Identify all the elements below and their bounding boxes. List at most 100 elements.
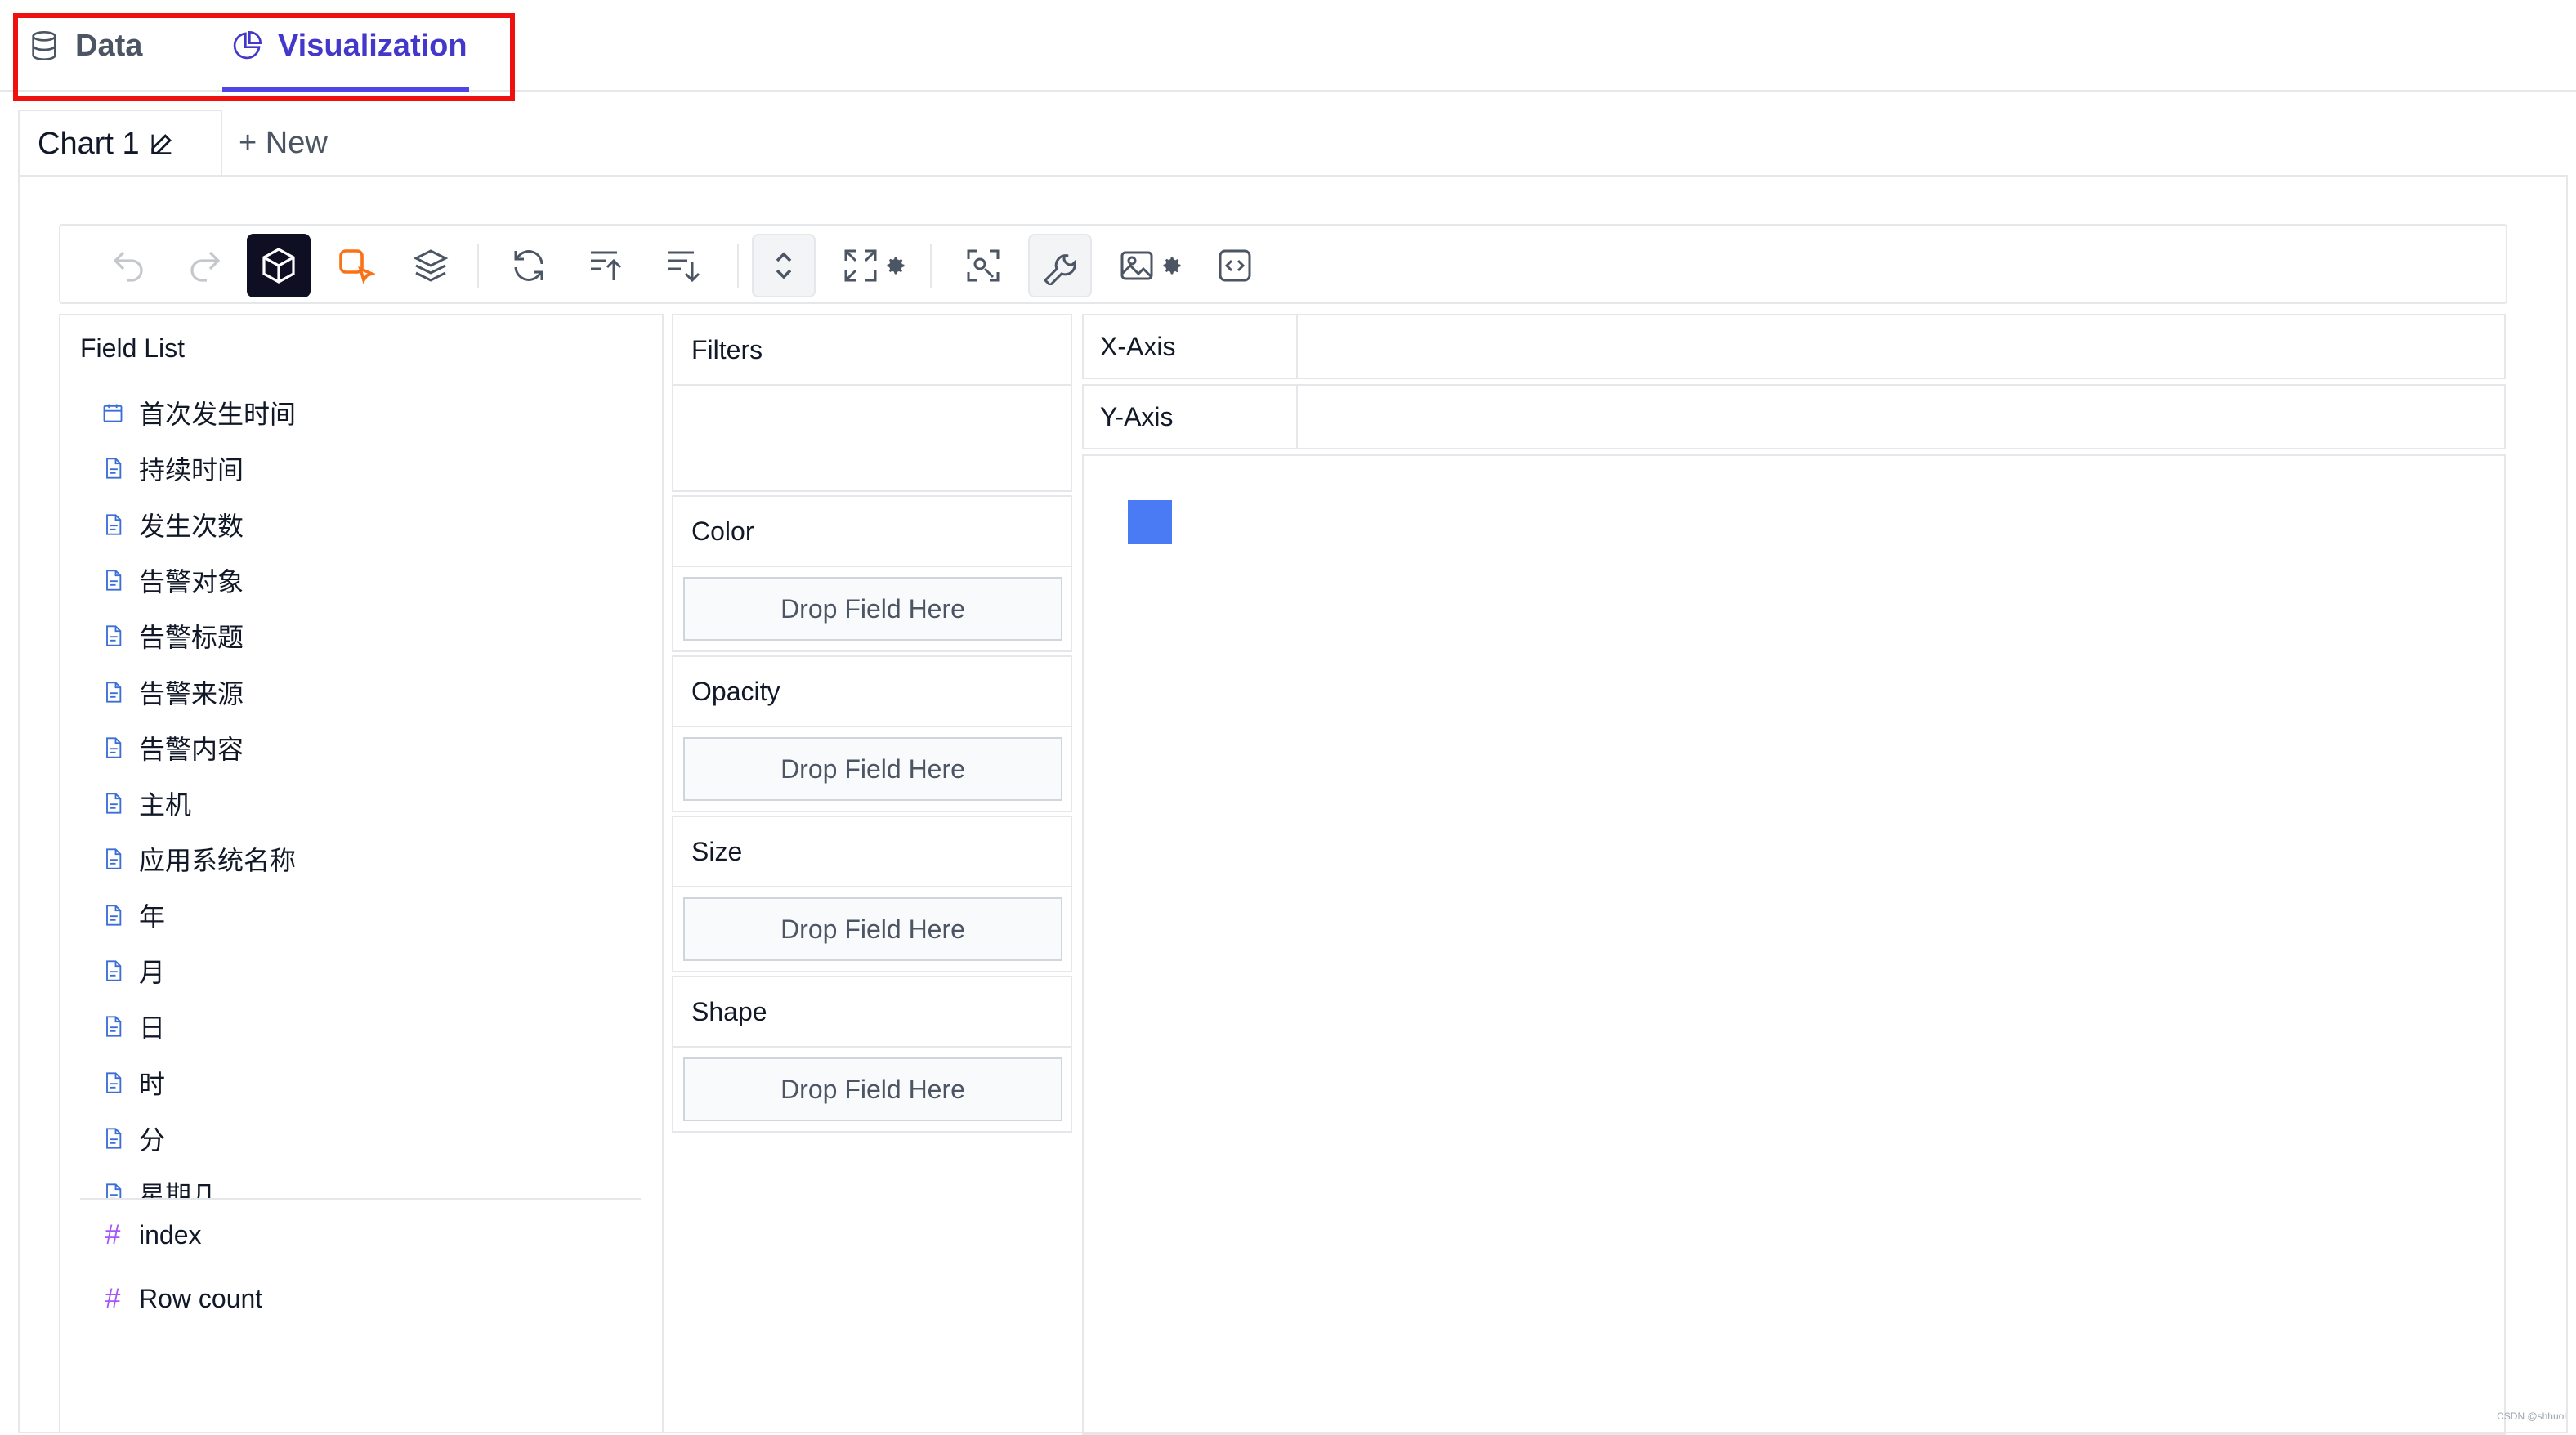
config-button[interactable] [1028,234,1092,297]
field-label: 告警对象 [139,561,244,599]
redo-icon [186,246,225,285]
chevron-up-down-icon [764,246,803,285]
field-label: 告警来源 [139,673,244,711]
gear-icon [884,254,907,277]
field-label: 年 [139,896,165,934]
shape-select-icon [336,246,375,285]
size-title: Size [673,817,1071,887]
document-icon [101,736,124,759]
document-icon [101,1182,124,1198]
mark-type-button[interactable] [247,234,311,297]
sort-ascending-button[interactable] [574,234,637,297]
document-icon [101,904,124,927]
redo-button[interactable] [173,234,237,297]
export-code-button[interactable] [1203,234,1267,297]
new-chart-button[interactable]: + New [239,110,328,177]
dimension-field[interactable]: 告警内容 [101,727,244,768]
dimension-list: 首次发生时间持续时间发生次数告警对象告警标题告警来源告警内容主机应用系统名称年月… [82,392,654,1198]
opacity-drop-zone[interactable]: Drop Field Here [683,737,1062,801]
document-icon [101,1071,124,1094]
watermark: CSDN @shhuoi [2497,1410,2566,1422]
shape-section: Shape Drop Field Here [672,976,1072,1133]
dimension-field[interactable]: 持续时间 [101,448,244,489]
field-label: 分 [139,1120,165,1157]
chart-tab-label: Chart 1 [38,127,140,162]
export-settings-button[interactable] [1156,234,1188,297]
opacity-section: Opacity Drop Field Here [672,655,1072,812]
size-mode-button[interactable] [752,234,816,297]
document-icon [101,569,124,592]
color-title: Color [673,497,1071,567]
measure-field[interactable]: #Row count [101,1278,262,1319]
chart-mark[interactable] [1128,500,1172,544]
sort-descending-button[interactable] [651,234,714,297]
field-label: 星期几 [139,1175,217,1198]
dimension-field[interactable]: 发生次数 [101,504,244,545]
sort-descending-icon [663,246,702,285]
y-axis-shelf[interactable]: Y-Axis [1082,384,2506,449]
layers-icon [411,246,450,285]
dimension-field[interactable]: 星期几 [101,1173,217,1198]
size-settings-button[interactable] [879,234,912,297]
document-icon [101,457,124,480]
document-icon [101,681,124,704]
field-label: 月 [139,952,165,990]
document-icon [101,513,124,536]
dimension-field[interactable]: 月 [101,950,165,991]
color-section: Color Drop Field Here [672,495,1072,652]
dimension-field[interactable]: 告警对象 [101,560,244,601]
layers-button[interactable] [399,234,463,297]
size-drop-zone[interactable]: Drop Field Here [683,897,1062,961]
field-list-title: Field List [80,333,185,364]
opacity-title: Opacity [673,657,1071,727]
new-chart-label: + New [239,126,328,161]
field-label: 发生次数 [139,506,244,543]
dimension-field[interactable]: 首次发生时间 [101,392,296,433]
explore-button[interactable] [951,234,1015,297]
field-label: 告警内容 [139,729,244,767]
document-icon [101,1127,124,1150]
shape-drop-zone[interactable]: Drop Field Here [683,1057,1062,1121]
x-axis-label: X-Axis [1084,315,1298,378]
annotation-highlight-box [13,13,515,101]
gear-icon [1161,254,1183,277]
dimension-field[interactable]: 告警标题 [101,615,244,656]
expand-icon [841,246,880,285]
focus-scan-icon [964,246,1003,285]
document-icon [101,1015,124,1038]
cube-icon [259,246,298,285]
dimension-field[interactable]: 日 [101,1006,165,1047]
hash-icon: # [101,1219,124,1251]
field-label: 时 [139,1064,165,1102]
field-label: 应用系统名称 [139,840,296,878]
measure-field[interactable]: #index [101,1214,202,1255]
transpose-button[interactable] [497,234,561,297]
document-icon [101,959,124,982]
hash-icon: # [101,1283,124,1315]
dimension-field[interactable]: 时 [101,1062,165,1103]
toolbar [59,224,2507,304]
dimension-field[interactable]: 年 [101,895,165,936]
chart-canvas[interactable] [1082,454,2506,1435]
color-drop-zone[interactable]: Drop Field Here [683,577,1062,641]
field-label: 持续时间 [139,449,244,487]
document-icon [101,792,124,815]
filters-title: Filters [673,315,1071,386]
undo-button[interactable] [96,234,160,297]
chart-tab-current[interactable]: Chart 1 [18,110,222,177]
filters-section: Filters [672,314,1072,492]
field-label: 主机 [139,785,191,822]
document-icon [101,624,124,647]
dimension-field[interactable]: 告警来源 [101,672,244,713]
field-label: 首次发生时间 [139,394,296,431]
edit-icon[interactable] [148,130,176,158]
undo-icon [109,246,148,285]
stack-mode-button[interactable] [324,234,387,297]
x-axis-shelf[interactable]: X-Axis [1082,314,2506,379]
field-label: 日 [139,1008,165,1045]
dimension-field[interactable]: 主机 [101,783,191,824]
dimension-field[interactable]: 应用系统名称 [101,838,296,879]
dimension-field[interactable]: 分 [101,1118,165,1159]
field-list-divider [80,1198,641,1200]
document-icon [101,847,124,870]
